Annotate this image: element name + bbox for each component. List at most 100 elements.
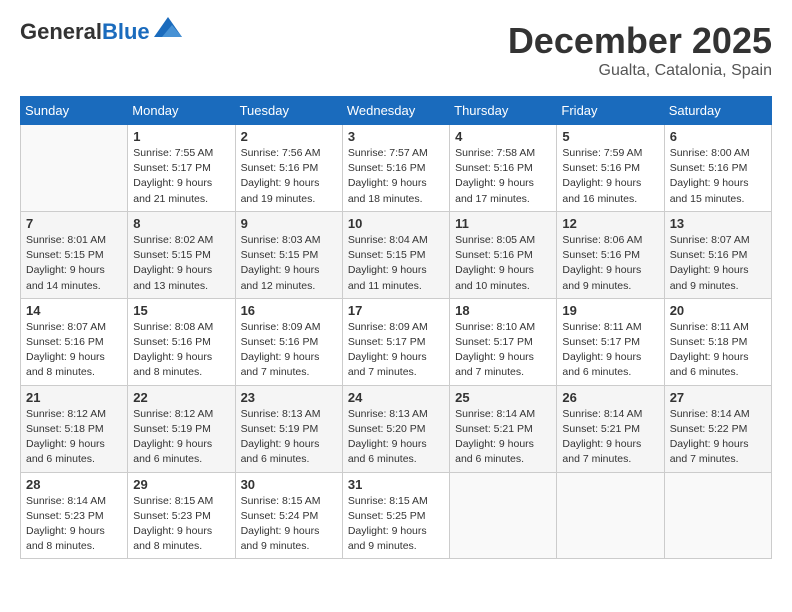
day-info: Sunrise: 8:05 AMSunset: 5:16 PMDaylight:… <box>455 233 551 294</box>
day-info: Sunrise: 8:14 AMSunset: 5:23 PMDaylight:… <box>26 494 122 555</box>
day-info: Sunrise: 8:03 AMSunset: 5:15 PMDaylight:… <box>241 233 337 294</box>
calendar-cell: 20 Sunrise: 8:11 AMSunset: 5:18 PMDayligh… <box>664 298 771 385</box>
day-number: 29 <box>133 477 229 492</box>
day-info: Sunrise: 8:15 AMSunset: 5:25 PMDaylight:… <box>348 494 444 555</box>
day-info: Sunrise: 8:11 AMSunset: 5:17 PMDaylight:… <box>562 320 658 381</box>
title-block: December 2025 Gualta, Catalonia, Spain <box>508 20 772 80</box>
calendar-cell: 19 Sunrise: 8:11 AMSunset: 5:17 PMDayligh… <box>557 298 664 385</box>
calendar-cell: 26Sunrise: 8:14 AMSunset: 5:21 PMDayligh… <box>557 385 664 472</box>
day-number: 7 <box>26 216 122 231</box>
day-number: 14 <box>26 303 122 318</box>
weekday-header: Friday <box>557 97 664 125</box>
day-number: 1 <box>133 129 229 144</box>
calendar-table: SundayMondayTuesdayWednesdayThursdayFrid… <box>20 96 772 559</box>
day-info: Sunrise: 7:59 AMSunset: 5:16 PMDaylight:… <box>562 146 658 207</box>
day-number: 23 <box>241 390 337 405</box>
day-number: 30 <box>241 477 337 492</box>
day-info: Sunrise: 8:00 AMSunset: 5:16 PMDaylight:… <box>670 146 766 207</box>
location-text: Gualta, Catalonia, Spain <box>508 62 772 80</box>
day-info: Sunrise: 8:02 AMSunset: 5:15 PMDaylight:… <box>133 233 229 294</box>
day-info: Sunrise: 8:08 AMSunset: 5:16 PMDaylight:… <box>133 320 229 381</box>
day-number: 18 <box>455 303 551 318</box>
weekday-header: Monday <box>128 97 235 125</box>
day-info: Sunrise: 8:01 AMSunset: 5:15 PMDaylight:… <box>26 233 122 294</box>
calendar-cell <box>21 125 128 212</box>
day-info: Sunrise: 8:15 AMSunset: 5:23 PMDaylight:… <box>133 494 229 555</box>
calendar-cell: 12 Sunrise: 8:06 AMSunset: 5:16 PMDayligh… <box>557 211 664 298</box>
calendar-cell: 17 Sunrise: 8:09 AMSunset: 5:17 PMDayligh… <box>342 298 449 385</box>
day-info: Sunrise: 7:57 AMSunset: 5:16 PMDaylight:… <box>348 146 444 207</box>
calendar-cell: 15 Sunrise: 8:08 AMSunset: 5:16 PMDayligh… <box>128 298 235 385</box>
day-number: 2 <box>241 129 337 144</box>
day-info: Sunrise: 7:58 AMSunset: 5:16 PMDaylight:… <box>455 146 551 207</box>
day-number: 25 <box>455 390 551 405</box>
day-info: Sunrise: 7:56 AMSunset: 5:16 PMDaylight:… <box>241 146 337 207</box>
day-number: 20 <box>670 303 766 318</box>
calendar-week-row: 7 Sunrise: 8:01 AMSunset: 5:15 PMDaylight… <box>21 211 772 298</box>
calendar-week-row: 14Sunrise: 8:07 AMSunset: 5:16 PMDayligh… <box>21 298 772 385</box>
calendar-week-row: 21 Sunrise: 8:12 AMSunset: 5:18 PMDayligh… <box>21 385 772 472</box>
calendar-week-row: 1Sunrise: 7:55 AMSunset: 5:17 PMDaylight… <box>21 125 772 212</box>
calendar-cell: 14Sunrise: 8:07 AMSunset: 5:16 PMDayligh… <box>21 298 128 385</box>
day-number: 13 <box>670 216 766 231</box>
day-number: 6 <box>670 129 766 144</box>
calendar-cell: 13 Sunrise: 8:07 AMSunset: 5:16 PMDayligh… <box>664 211 771 298</box>
calendar-cell: 24 Sunrise: 8:13 AMSunset: 5:20 PMDayligh… <box>342 385 449 472</box>
day-number: 27 <box>670 390 766 405</box>
day-number: 9 <box>241 216 337 231</box>
page-header: GeneralBlue December 2025 Gualta, Catalo… <box>20 20 772 80</box>
day-number: 24 <box>348 390 444 405</box>
day-info: Sunrise: 8:12 AMSunset: 5:18 PMDaylight:… <box>26 407 122 468</box>
day-number: 17 <box>348 303 444 318</box>
weekday-header: Tuesday <box>235 97 342 125</box>
day-info: Sunrise: 8:15 AMSunset: 5:24 PMDaylight:… <box>241 494 337 555</box>
calendar-cell: 16 Sunrise: 8:09 AMSunset: 5:16 PMDayligh… <box>235 298 342 385</box>
weekday-header: Saturday <box>664 97 771 125</box>
logo: GeneralBlue <box>20 20 182 44</box>
calendar-cell <box>450 472 557 559</box>
day-info: Sunrise: 8:12 AMSunset: 5:19 PMDaylight:… <box>133 407 229 468</box>
day-info: Sunrise: 8:13 AMSunset: 5:20 PMDaylight:… <box>348 407 444 468</box>
calendar-week-row: 28 Sunrise: 8:14 AMSunset: 5:23 PMDayligh… <box>21 472 772 559</box>
calendar-cell: 18Sunrise: 8:10 AMSunset: 5:17 PMDayligh… <box>450 298 557 385</box>
day-number: 3 <box>348 129 444 144</box>
day-info: Sunrise: 8:13 AMSunset: 5:19 PMDaylight:… <box>241 407 337 468</box>
day-number: 12 <box>562 216 658 231</box>
day-number: 11 <box>455 216 551 231</box>
calendar-cell: 4 Sunrise: 7:58 AMSunset: 5:16 PMDaylight… <box>450 125 557 212</box>
calendar-cell: 8 Sunrise: 8:02 AMSunset: 5:15 PMDaylight… <box>128 211 235 298</box>
weekday-header: Wednesday <box>342 97 449 125</box>
weekday-header: Sunday <box>21 97 128 125</box>
day-number: 21 <box>26 390 122 405</box>
day-number: 16 <box>241 303 337 318</box>
calendar-cell: 11 Sunrise: 8:05 AMSunset: 5:16 PMDayligh… <box>450 211 557 298</box>
day-number: 19 <box>562 303 658 318</box>
day-number: 15 <box>133 303 229 318</box>
day-info: Sunrise: 8:07 AMSunset: 5:16 PMDaylight:… <box>670 233 766 294</box>
calendar-cell: 5 Sunrise: 7:59 AMSunset: 5:16 PMDaylight… <box>557 125 664 212</box>
day-info: Sunrise: 8:09 AMSunset: 5:17 PMDaylight:… <box>348 320 444 381</box>
calendar-cell: 23 Sunrise: 8:13 AMSunset: 5:19 PMDayligh… <box>235 385 342 472</box>
calendar-cell: 2 Sunrise: 7:56 AMSunset: 5:16 PMDaylight… <box>235 125 342 212</box>
calendar-cell: 31 Sunrise: 8:15 AMSunset: 5:25 PMDayligh… <box>342 472 449 559</box>
calendar-cell: 30 Sunrise: 8:15 AMSunset: 5:24 PMDayligh… <box>235 472 342 559</box>
day-info: Sunrise: 8:11 AMSunset: 5:18 PMDaylight:… <box>670 320 766 381</box>
day-info: Sunrise: 8:06 AMSunset: 5:16 PMDaylight:… <box>562 233 658 294</box>
day-number: 10 <box>348 216 444 231</box>
calendar-cell: 3 Sunrise: 7:57 AMSunset: 5:16 PMDaylight… <box>342 125 449 212</box>
day-number: 5 <box>562 129 658 144</box>
day-number: 28 <box>26 477 122 492</box>
day-info: Sunrise: 8:14 AMSunset: 5:21 PMDaylight:… <box>455 407 551 468</box>
day-info: Sunrise: 8:09 AMSunset: 5:16 PMDaylight:… <box>241 320 337 381</box>
day-info: Sunrise: 8:04 AMSunset: 5:15 PMDaylight:… <box>348 233 444 294</box>
calendar-cell: 29 Sunrise: 8:15 AMSunset: 5:23 PMDayligh… <box>128 472 235 559</box>
calendar-cell: 28 Sunrise: 8:14 AMSunset: 5:23 PMDayligh… <box>21 472 128 559</box>
calendar-cell: 7 Sunrise: 8:01 AMSunset: 5:15 PMDaylight… <box>21 211 128 298</box>
day-number: 4 <box>455 129 551 144</box>
calendar-cell: 6 Sunrise: 8:00 AMSunset: 5:16 PMDaylight… <box>664 125 771 212</box>
day-number: 26 <box>562 390 658 405</box>
day-number: 8 <box>133 216 229 231</box>
day-number: 31 <box>348 477 444 492</box>
calendar-cell: 25 Sunrise: 8:14 AMSunset: 5:21 PMDayligh… <box>450 385 557 472</box>
calendar-cell <box>664 472 771 559</box>
